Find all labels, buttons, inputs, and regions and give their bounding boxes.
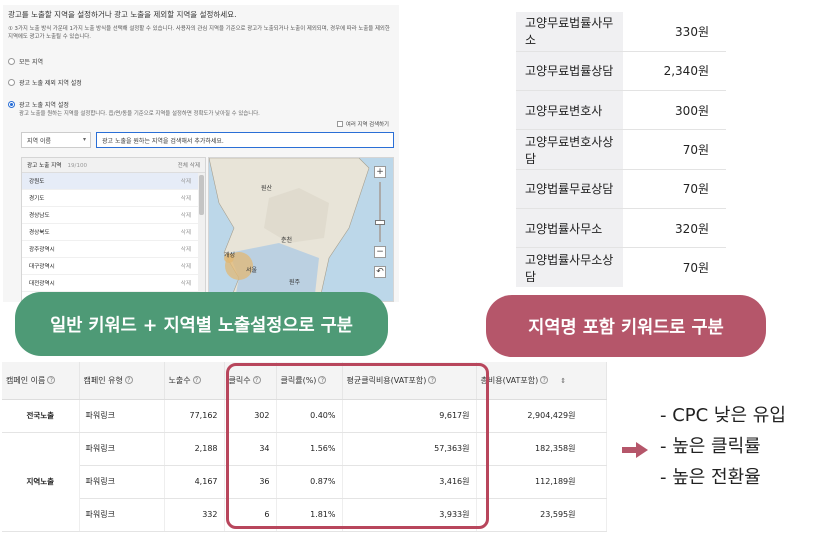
korea-map-image <box>209 158 370 301</box>
delete-button[interactable]: 삭제 <box>181 177 191 185</box>
help-icon[interactable]: ? <box>124 376 133 385</box>
table-header-row: 캠페인 이름? 캠페인 유형? 노출수? 클릭수? 클릭률(%)? 평균클릭비용… <box>2 362 607 400</box>
map-label: 춘천 <box>281 237 293 244</box>
benefit-list: - CPC 낮은 유입 - 높은 클릭률 - 높은 전환율 <box>660 400 786 493</box>
list-item[interactable]: 대구광역시 삭제 <box>22 258 205 275</box>
zoom-slider-thumb[interactable] <box>375 220 385 225</box>
zoom-in-icon[interactable]: + <box>374 166 386 178</box>
list-item[interactable]: 경상남도 삭제 <box>22 207 205 224</box>
list-item: - CPC 낮은 유입 <box>660 405 786 426</box>
column-header[interactable]: 캠페인 이름? <box>2 362 80 400</box>
map-label: 개성 <box>224 252 236 259</box>
help-icon[interactable]: ? <box>192 376 201 385</box>
zoom-slider-track[interactable] <box>375 182 385 242</box>
map-label: 원주 <box>289 279 301 286</box>
radio-icon[interactable] <box>8 79 15 86</box>
region-list-header: 광고 노출 지역 19/100 전체 삭제 <box>22 158 205 173</box>
table-row: 고양법률사무소상담 70원 <box>516 247 726 288</box>
campaign-performance-table: 캠페인 이름? 캠페인 유형? 노출수? 클릭수? 클릭률(%)? 평균클릭비용… <box>2 362 607 532</box>
help-icon[interactable]: ? <box>540 376 549 385</box>
table-row: 고양무료변호사 300원 <box>516 90 726 130</box>
list-item: - 높은 클릭률 <box>660 436 761 457</box>
column-header[interactable]: 캠페인 유형? <box>79 362 165 400</box>
region-settings-panel: 광고를 노출할 지역을 설정하거나 광고 노출을 제외할 지역을 설정하세요. … <box>3 5 399 302</box>
list-item[interactable]: 광주광역시 삭제 <box>22 241 205 258</box>
selected-region-list: 광고 노출 지역 19/100 전체 삭제 강원도 삭제 경기도 삭제 경상남도 삭제 … <box>21 157 206 302</box>
table-row: 고양무료변호사상담 70원 <box>516 129 726 170</box>
delete-button[interactable]: 삭제 <box>181 262 191 270</box>
table-row: 파워링크 4,167 36 0.87% 3,416원 112,189원 <box>2 465 607 499</box>
region-list-title: 광고 노출 지역 <box>27 163 62 169</box>
multi-region-search-checkbox[interactable]: 여러 지역 검색하기 <box>336 120 389 128</box>
delete-button[interactable]: 삭제 <box>181 194 191 202</box>
general-keyword-pill: 일반 키워드 + 지역별 노출설정으로 구분 <box>15 292 388 356</box>
column-header[interactable]: 총비용(VAT포함)? ⇕ <box>476 362 607 400</box>
region-map[interactable]: 원산 춘천 개성 서울 원주 + − ↶ <box>208 157 394 302</box>
delete-button[interactable]: 삭제 <box>181 279 191 287</box>
list-item[interactable]: 강원도 삭제 <box>22 173 205 190</box>
region-search-input[interactable]: 광고 노출을 원하는 지역을 검색해서 추가하세요. <box>96 132 394 148</box>
settings-note: ① 3가지 노출 방식 가운데 1가지 노출 방식을 선택해 설정할 수 있습니… <box>8 26 390 40</box>
column-header[interactable]: 평균클릭비용(VAT포함)? <box>342 362 477 400</box>
delete-button[interactable]: 삭제 <box>181 211 191 219</box>
region-type-select[interactable]: 지역 이름 <box>21 132 91 148</box>
map-label: 서울 <box>246 267 258 274</box>
keyword-cost-table: 고양무료법률사무소 330원 고양무료법률상담 2,340원 고양무료변호사 300원… <box>516 12 726 288</box>
help-icon[interactable]: ? <box>428 376 437 385</box>
table-row: 전국노출 파워링크 77,162 302 0.40% 9,617원 2,904,… <box>2 399 607 433</box>
zoom-out-icon[interactable]: − <box>374 246 386 258</box>
campaign-name[interactable]: 전국노출 <box>2 399 80 433</box>
radio-selected-icon[interactable] <box>8 101 15 108</box>
radio-icon[interactable] <box>8 58 15 65</box>
checkbox-icon[interactable] <box>336 121 343 127</box>
option-description: 광고 노출을 원하는 지역을 설정합니다. 읍/면/동을 기준으로 지역을 설정… <box>19 111 260 117</box>
table-row: 고양무료법률사무소 330원 <box>516 12 726 52</box>
column-header[interactable]: 노출수? <box>164 362 225 400</box>
delete-all-button[interactable]: 전체 삭제 <box>178 161 200 169</box>
help-icon[interactable]: ? <box>318 376 327 385</box>
map-reset-icon[interactable]: ↶ <box>374 266 386 278</box>
option-all-regions[interactable]: 모든 지역 <box>8 57 43 66</box>
list-item[interactable]: 경상북도 삭제 <box>22 224 205 241</box>
right-arrow-icon <box>622 442 648 458</box>
map-label: 원산 <box>261 185 273 192</box>
column-header[interactable]: 클릭수? <box>224 362 277 400</box>
region-keyword-pill: 지역명 포함 키워드로 구분 <box>486 295 766 357</box>
map-zoom-control[interactable]: + − ↶ <box>374 166 386 278</box>
list-item[interactable]: 경기도 삭제 <box>22 190 205 207</box>
table-row: 지역노출 파워링크 2,188 34 1.56% 57,363원 182,358… <box>2 432 607 532</box>
table-row: 고양법률사무소 320원 <box>516 207 726 248</box>
table-row: 고양무료법률상담 2,340원 <box>516 50 726 91</box>
settings-title: 광고를 노출할 지역을 설정하거나 광고 노출을 제외할 지역을 설정하세요. <box>8 10 237 19</box>
list-scrollbar[interactable] <box>198 173 205 301</box>
option-include-regions[interactable]: 광고 노출 지역 설정 <box>8 100 69 109</box>
delete-button[interactable]: 삭제 <box>181 228 191 236</box>
column-header[interactable]: 클릭률(%)? <box>276 362 343 400</box>
table-row: 고양법률무료상담 70원 <box>516 168 726 209</box>
sort-icon[interactable]: ⇕ <box>560 377 566 385</box>
help-icon[interactable]: ? <box>252 376 261 385</box>
campaign-name[interactable]: 지역노출 <box>2 432 80 532</box>
delete-button[interactable]: 삭제 <box>181 245 191 253</box>
list-item: - 높은 전환율 <box>660 467 761 488</box>
option-exclude-regions[interactable]: 광고 노출 제외 지역 설정 <box>8 78 82 87</box>
region-list-count: 19/100 <box>67 163 88 169</box>
help-icon[interactable]: ? <box>47 376 56 385</box>
list-item[interactable]: 대전광역시 삭제 <box>22 275 205 292</box>
table-row: 파워링크 332 6 1.81% 3,933원 23,595원 <box>2 498 607 532</box>
